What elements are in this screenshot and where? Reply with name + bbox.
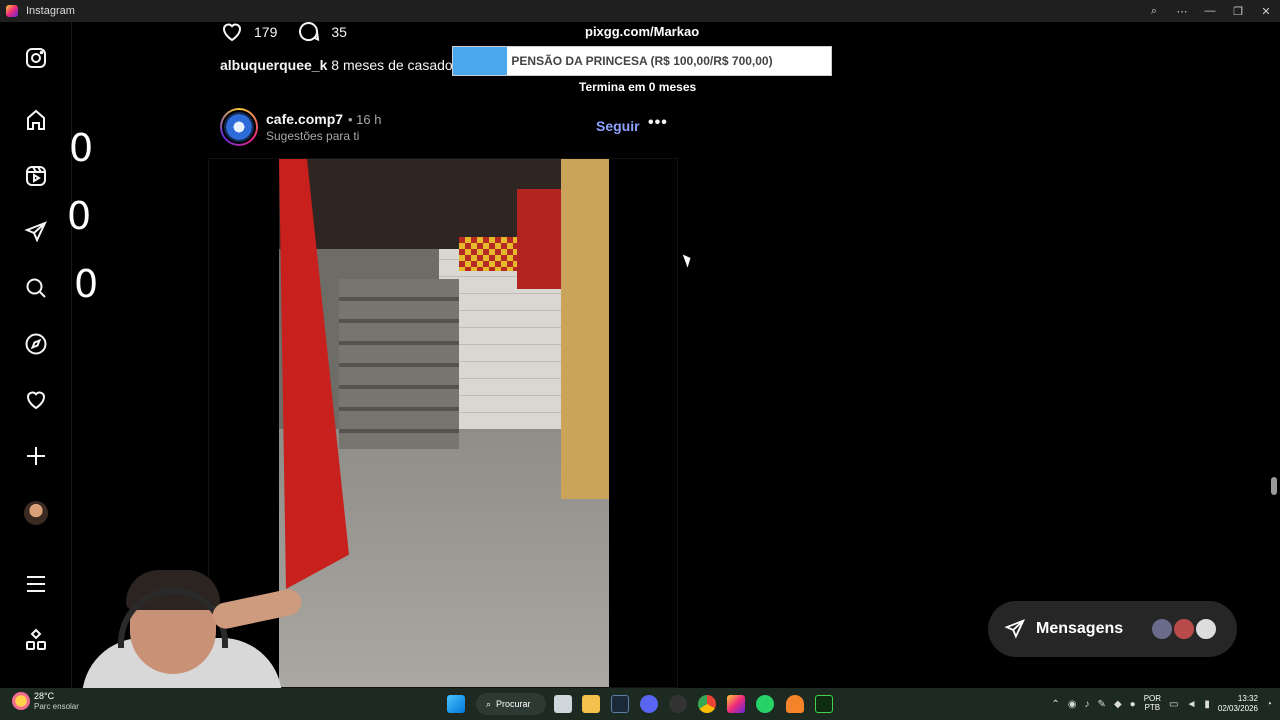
prev-post-actions: 179 35: [220, 22, 357, 42]
pix-url-text: pixgg.com/Markao: [585, 24, 700, 39]
weather-desc: Parc ensolar: [34, 701, 79, 711]
prev-post-caption: albuquerquee_k 8 meses de casados.: [220, 57, 464, 73]
instagram-app-icon: [6, 5, 18, 17]
scroll-thumb[interactable]: [1271, 477, 1277, 495]
whatsapp-icon[interactable]: [756, 695, 774, 713]
post-more-options-icon[interactable]: •••: [648, 114, 668, 132]
cloud-app-icon[interactable]: [786, 695, 804, 713]
likes-count: 179: [254, 24, 278, 40]
comment-icon[interactable]: [297, 20, 321, 44]
minimize-button[interactable]: —: [1196, 0, 1224, 22]
volume-tray-icon[interactable]: ♪: [1085, 699, 1090, 710]
message-avatar-1: [1150, 617, 1174, 641]
window-titlebar: Instagram ⌕ ⋯ — ❐ ✕: [0, 0, 1280, 22]
input-language[interactable]: POR PTB: [1144, 694, 1161, 713]
battery-icon[interactable]: ▮: [1204, 699, 1210, 710]
post-subtitle: Sugestões para ti: [266, 129, 360, 143]
pen-tray-icon[interactable]: ✎: [1098, 699, 1106, 710]
comments-count: 35: [331, 24, 347, 40]
avatar: [24, 501, 48, 525]
weather-temp: 28°C: [34, 691, 55, 701]
clock-time: 13:32: [1237, 694, 1258, 704]
microphone-icon[interactable]: ●: [1130, 699, 1136, 710]
maximize-button[interactable]: ❐: [1224, 0, 1252, 22]
window-menu-icon[interactable]: ⋯: [1168, 0, 1196, 22]
taskbar-clock[interactable]: 13:32 02/03/2026: [1218, 694, 1258, 713]
start-windows-icon[interactable]: [447, 695, 465, 713]
weather-icon: [12, 692, 30, 711]
windows-taskbar: 28°C Parc ensolar ⌕ Procurar ⌃ ◉ ♪ ✎ ◆ ●…: [0, 688, 1280, 720]
system-tray: ⌃ ◉ ♪ ✎ ◆ ● POR PTB ▭ ◄ ▮ 13:32 02/03/20…: [1051, 688, 1272, 720]
messages-label: Mensagens: [1036, 620, 1124, 637]
message-avatar-2: [1172, 617, 1196, 641]
apps-grid-icon[interactable]: [22, 626, 50, 654]
search-icon[interactable]: [22, 274, 50, 302]
more-menu-icon[interactable]: [22, 570, 50, 598]
speaker-icon[interactable]: ◄: [1186, 699, 1196, 710]
like-heart-icon[interactable]: [220, 20, 244, 44]
close-button[interactable]: ✕: [1252, 0, 1280, 22]
mouse-cursor: [682, 252, 694, 268]
home-icon[interactable]: [22, 106, 50, 134]
instagram-logo-icon[interactable]: [22, 44, 50, 72]
post-time: • 16 h: [348, 112, 382, 127]
chrome-icon[interactable]: [698, 695, 716, 713]
post-video[interactable]: [279, 159, 609, 687]
taskbar-search-label: Procurar: [496, 699, 531, 709]
notifications-heart-icon[interactable]: [22, 386, 50, 414]
webcam-overlay: [72, 568, 317, 688]
post-username[interactable]: cafe.comp7: [266, 111, 343, 127]
instagram-taskbar-icon[interactable]: [727, 695, 745, 713]
steam-icon[interactable]: [611, 695, 629, 713]
follow-button[interactable]: Seguir: [596, 118, 640, 134]
discord-icon[interactable]: [640, 695, 658, 713]
post-header: cafe.comp7 • 16 h Sugestões para ti Segu…: [220, 108, 668, 148]
caption-username[interactable]: albuquerquee_k: [220, 57, 327, 73]
reels-icon[interactable]: [22, 162, 50, 190]
window-title: Instagram: [26, 5, 75, 17]
clock-date: 02/03/2026: [1217, 704, 1258, 713]
chevron-up-icon[interactable]: ⌃: [1051, 699, 1059, 710]
overlay-count-3: 0: [74, 262, 99, 306]
donation-goal-bar: PENSÃO DA PRINCESA (R$ 100,00/R$ 700,00): [452, 46, 832, 76]
post-avatar[interactable]: [220, 108, 258, 146]
language-bottom: PTB: [1144, 703, 1161, 712]
network-icon[interactable]: ▭: [1169, 699, 1178, 710]
direct-icon: [1004, 619, 1026, 639]
profile-avatar[interactable]: [22, 499, 50, 527]
obs-icon[interactable]: [669, 695, 687, 713]
direct-icon[interactable]: [22, 218, 50, 246]
taskbar-search[interactable]: ⌕ Procurar: [476, 693, 546, 715]
security-tray-icon[interactable]: ◆: [1114, 699, 1122, 710]
terminal-app-icon[interactable]: [815, 695, 833, 713]
zoom-icon[interactable]: ⌕: [1140, 0, 1168, 22]
search-icon: ⌕: [486, 698, 492, 709]
file-explorer-icon[interactable]: [582, 695, 600, 713]
page-scrollbar[interactable]: [1270, 22, 1278, 688]
sidebar-nav: [0, 22, 72, 688]
overlay-count-2: 0: [67, 194, 92, 238]
task-view-icon[interactable]: [554, 695, 572, 713]
weather-widget[interactable]: 28°C Parc ensolar: [12, 691, 79, 711]
notification-bell-icon[interactable]: ◔: [1266, 699, 1272, 710]
explore-icon[interactable]: [22, 330, 50, 358]
messages-button[interactable]: Mensagens: [988, 601, 1237, 657]
discord-tray-icon[interactable]: ◉: [1068, 699, 1077, 710]
message-avatar-3: [1194, 617, 1218, 641]
donation-goal-ends: Termina em 0 meses: [579, 80, 697, 94]
create-plus-icon[interactable]: [22, 442, 50, 470]
caption-text: 8 meses de casados.: [331, 57, 464, 73]
overlay-count-1: 0: [69, 126, 94, 170]
donation-goal-text: PENSÃO DA PRINCESA (R$ 100,00/R$ 700,00): [511, 54, 773, 68]
